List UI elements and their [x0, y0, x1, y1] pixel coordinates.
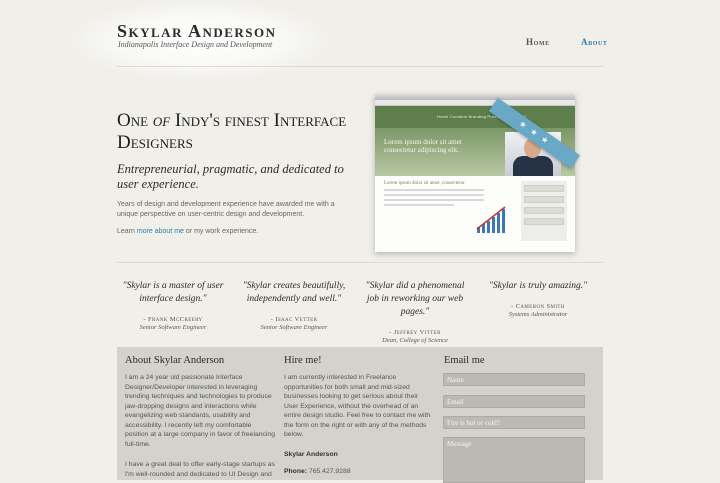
nav-home-link[interactable]: Home	[526, 37, 550, 47]
testimonial-role: Senior Software Engineer	[260, 324, 328, 331]
mock-site-header: Home Combine Branding Press Pass Contact	[375, 106, 575, 128]
mock-sidebar-form	[521, 181, 567, 241]
nav-about-link[interactable]: About	[581, 37, 608, 47]
email-field[interactable]: Email	[443, 395, 585, 408]
testimonial-role: Systems Administrator	[508, 311, 568, 318]
hero-subtitle: Entrepreneurial, pragmatic, and dedicate…	[117, 162, 344, 191]
testimonial-author: - Frank McCreery	[143, 316, 203, 323]
message-field[interactable]: Message	[443, 437, 585, 483]
hero-divider	[117, 262, 603, 263]
testimonial-author: - Isaac Vetter	[270, 316, 318, 323]
mock-body-heading: Lorem ipsum dolor sit amet, consectetur	[384, 181, 465, 186]
name-field[interactable]: Name	[443, 373, 585, 386]
testimonial-quote: "Skylar is a master of user interface de…	[122, 281, 224, 304]
testimonial-quote: "Skylar creates beautifully, independent…	[242, 281, 346, 304]
site-tagline: Indianapolis Interface Design and Develo…	[118, 40, 273, 49]
contact-name: Skylar Anderson	[284, 451, 338, 458]
hire-paragraph: I am currently interested in Freelance o…	[284, 374, 431, 438]
testimonial: "Skylar is truly amazing." - Cameron Smi…	[482, 280, 594, 318]
testimonial: "Skylar creates beautifully, independent…	[238, 280, 350, 331]
email-heading: Email me	[444, 355, 485, 366]
about-heading: About Skylar Anderson	[125, 355, 225, 366]
testimonial-author: - Cameron Smith	[511, 303, 565, 310]
testimonial-quote: "Skylar did a phenomenal job in reworkin…	[365, 281, 465, 317]
hero-title: One of Indy's finest Interface Designers	[117, 110, 347, 153]
mock-hero-text: Lorem ipsum dolor sit amet consectetur a…	[384, 138, 462, 154]
about-paragraph: I am a 24 year old passionate Interface …	[125, 374, 275, 448]
testimonial: "Skylar is a master of user interface de…	[117, 280, 229, 331]
hero-learn-line: Learn more about me or my work experienc…	[117, 228, 259, 235]
more-about-me-link[interactable]: more about me	[137, 228, 184, 235]
testimonial-role: Senior Software Engineer	[139, 324, 207, 331]
header-divider	[117, 66, 603, 67]
testimonial-role: Dean, College of Science	[382, 337, 448, 344]
testimonial: "Skylar did a phenomenal job in reworkin…	[359, 280, 471, 344]
captcha-field[interactable]: Fire is hot or cold?	[443, 416, 585, 429]
portfolio-screenshot: Home Combine Branding Press Pass Contact…	[375, 94, 575, 252]
hero-paragraph: Years of design and development experien…	[117, 201, 335, 218]
person-suit	[513, 156, 553, 176]
contact-phone: Phone: 765.427.9288	[284, 468, 351, 475]
about-paragraph-2: I have a great deal to offer early-stage…	[125, 461, 275, 478]
mock-text-lines	[384, 189, 484, 209]
site-logo[interactable]: Skylar Anderson	[117, 21, 277, 42]
testimonial-author: - Jeffrey Vitter	[389, 329, 441, 336]
mock-growth-chart	[476, 206, 506, 233]
mock-body: Lorem ipsum dolor sit amet, consectetur	[375, 175, 575, 252]
testimonial-quote: "Skylar is truly amazing."	[488, 281, 588, 291]
hire-heading: Hire me!	[284, 355, 322, 366]
